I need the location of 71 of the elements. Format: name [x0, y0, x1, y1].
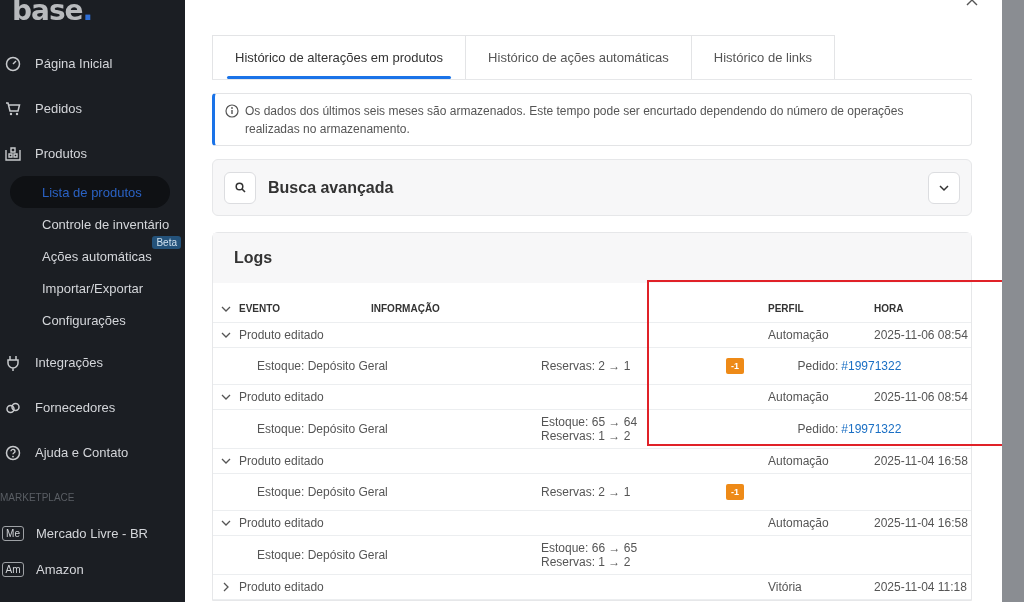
- chevron-icon[interactable]: [221, 582, 231, 592]
- change-text: Estoque: 66 → 65: [541, 541, 638, 555]
- nav-item[interactable]: Fornecedores: [0, 385, 185, 430]
- table-cell: Automação: [768, 390, 829, 404]
- table-cell: Estoque: Depósito Geral: [257, 485, 388, 499]
- nav-item[interactable]: Pedidos: [0, 86, 185, 131]
- column-header: PERFIL: [768, 303, 804, 314]
- table-cell: Produto editado: [239, 454, 324, 468]
- order-link[interactable]: #19971322: [841, 422, 902, 436]
- column-header: INFORMAÇÃO: [371, 303, 440, 314]
- table-cell: 2025-11-04 16:58: [874, 516, 968, 530]
- change-text: Estoque: 65 → 64: [541, 415, 638, 429]
- nav-subitem[interactable]: Configurações: [10, 304, 126, 336]
- marketplace-icon: Am: [2, 561, 24, 577]
- info-icon: [225, 104, 239, 118]
- section-label: MARKETPLACE: [0, 490, 76, 505]
- table-cell: Automação: [768, 516, 829, 530]
- table-cell: Produto editado: [239, 390, 324, 404]
- order-label: Pedido:: [797, 359, 839, 373]
- table-cell: Estoque: Depósito Geral: [257, 548, 388, 562]
- change-text: Reservas: 2 → 1: [541, 485, 631, 499]
- change-text: Reservas: 1 → 2: [541, 429, 631, 443]
- beta-badge: Beta: [152, 236, 181, 249]
- gauge-icon: [5, 55, 21, 72]
- change-badge: -1: [726, 484, 744, 500]
- nav-item[interactable]: Me Mercado Livre - BR: [0, 515, 185, 551]
- order-label: Pedido:: [797, 422, 839, 436]
- column-header: HORA: [874, 303, 904, 314]
- plug-icon: [5, 354, 21, 371]
- chevron-icon[interactable]: [221, 330, 231, 340]
- nav-item[interactable]: Am Amazon: [0, 551, 185, 587]
- table-cell: 2025-11-04 16:58: [874, 454, 968, 468]
- notice-text: Os dados dos últimos seis meses são armazenados. Este tempo pode ser encurtado dependendo do número de operações realizadas no armazenamento.: [245, 103, 905, 138]
- cart-icon: [5, 100, 21, 117]
- panel-title: Busca avançada: [268, 178, 395, 197]
- tab[interactable]: Histórico de ações automáticas: [466, 35, 692, 79]
- chevron-icon[interactable]: [221, 392, 231, 402]
- table-cell: 2025-11-06 08:54: [874, 328, 968, 342]
- nav-item[interactable]: Ajuda e Contato: [0, 430, 185, 475]
- order-link[interactable]: #19971322: [841, 359, 902, 373]
- table-cell: Estoque: Depósito Geral: [257, 359, 388, 373]
- nav-subitem[interactable]: Importar/Exportar: [10, 272, 144, 304]
- nav-item[interactable]: Página Inicial: [0, 41, 185, 86]
- change-text: Reservas: 2 → 1: [541, 359, 631, 373]
- expand-button[interactable]: [928, 171, 960, 204]
- marketplace-icon: Me: [2, 525, 24, 541]
- search-icon: [234, 182, 246, 193]
- table-cell: Automação: [768, 454, 829, 468]
- table-cell: 2025-11-04 11:18: [874, 580, 967, 594]
- table-cell: Vitória: [768, 580, 802, 594]
- nav-item[interactable]: Produtos: [0, 131, 185, 176]
- boxes-icon: [5, 145, 21, 162]
- tab[interactable]: Histórico de alterações em produtos: [212, 35, 467, 79]
- change-text: Reservas: 1 → 2: [541, 555, 631, 569]
- table-cell: Produto editado: [239, 516, 324, 530]
- table-cell: 2025-11-06 08:54: [874, 390, 968, 404]
- card-title: Logs: [234, 249, 273, 267]
- table-cell: Produto editado: [239, 580, 324, 594]
- table-cell: Produto editado: [239, 328, 324, 342]
- tab[interactable]: Histórico de links: [691, 35, 836, 79]
- table-cell: Automação: [768, 328, 829, 342]
- help-icon: [5, 444, 21, 461]
- nav-item[interactable]: Integrações: [0, 340, 185, 385]
- table-cell: Estoque: Depósito Geral: [257, 422, 388, 436]
- chevron-icon[interactable]: [221, 456, 231, 466]
- change-badge: -1: [726, 358, 744, 374]
- nav-subitem[interactable]: Ações automáticas: [10, 240, 152, 272]
- chevron-icon[interactable]: [221, 518, 231, 528]
- chevron-icon: [939, 182, 949, 193]
- search-button[interactable]: [224, 171, 256, 204]
- column-header: EVENTO: [239, 303, 280, 314]
